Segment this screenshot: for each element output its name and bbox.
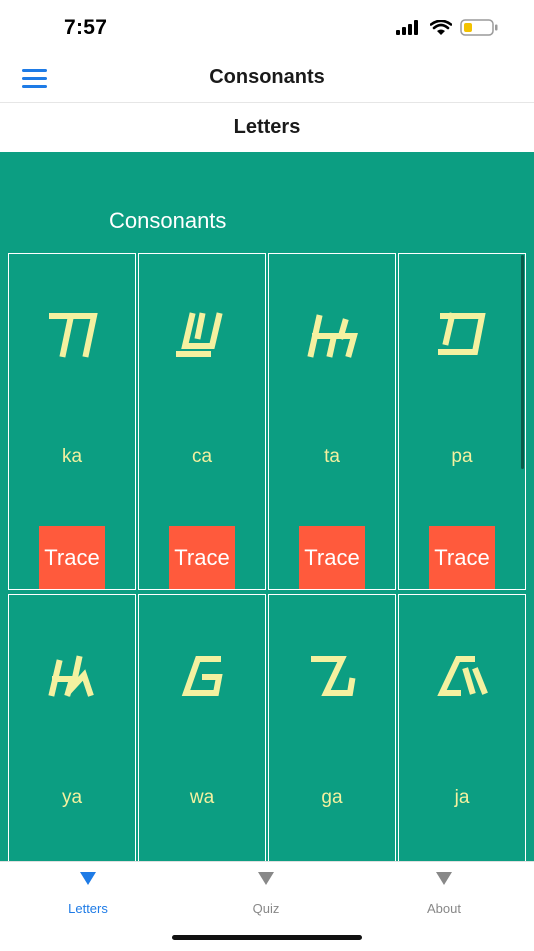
pa-glyph-icon xyxy=(399,306,525,371)
consonants-heading: Consonants xyxy=(109,208,227,233)
ga-glyph-icon xyxy=(269,647,395,712)
ka-glyph-icon xyxy=(9,306,135,371)
tab-about[interactable]: About xyxy=(384,872,504,916)
status-icons xyxy=(396,19,498,36)
tab-letters[interactable]: Letters xyxy=(28,872,148,916)
subheader: Letters xyxy=(0,103,534,152)
letter-romanization: ga xyxy=(321,787,343,808)
wa-glyph-icon xyxy=(139,647,265,712)
letter-romanization: ja xyxy=(454,787,470,808)
letter-card-ja[interactable]: ja xyxy=(398,594,526,861)
letter-romanization: pa xyxy=(451,446,473,467)
signal-icon xyxy=(396,20,418,35)
letter-romanization: wa xyxy=(189,787,215,808)
tab-label: About xyxy=(427,901,461,916)
ta-glyph-icon xyxy=(269,306,395,371)
navigation-bar: Consonants xyxy=(0,54,534,103)
letter-grid: ka Trace ca Trace ta Trace pa Trace ya w… xyxy=(8,253,526,861)
status-bar: 7:57 xyxy=(0,0,534,54)
ja-glyph-icon xyxy=(399,647,525,712)
triangle-down-icon xyxy=(80,872,96,885)
letter-card-pa[interactable]: pa Trace xyxy=(398,253,526,590)
tab-label: Quiz xyxy=(252,901,280,916)
trace-button-pa[interactable]: Trace xyxy=(429,526,495,589)
letter-romanization: ka xyxy=(61,446,83,467)
letter-romanization: ta xyxy=(324,446,340,467)
trace-button-ca[interactable]: Trace xyxy=(169,526,235,589)
triangle-down-icon xyxy=(436,872,452,885)
letter-romanization: ca xyxy=(191,446,213,467)
tab-quiz[interactable]: Quiz xyxy=(206,872,326,916)
section-header-title: Letters xyxy=(233,116,301,138)
scrollbar[interactable] xyxy=(521,255,524,469)
ca-glyph-icon xyxy=(139,306,265,371)
status-time: 7:57 xyxy=(64,16,108,39)
letter-card-ya[interactable]: ya xyxy=(8,594,136,861)
letter-card-ga[interactable]: ga xyxy=(268,594,396,861)
ya-glyph-icon xyxy=(9,647,135,712)
page-title: Consonants xyxy=(209,66,325,88)
wifi-icon xyxy=(430,19,452,35)
letter-card-ka[interactable]: ka Trace xyxy=(8,253,136,590)
letter-card-ta[interactable]: ta Trace xyxy=(268,253,396,590)
triangle-down-icon xyxy=(258,872,274,885)
letter-card-wa[interactable]: wa xyxy=(138,594,266,861)
tab-label: Letters xyxy=(68,901,108,916)
battery-low-icon xyxy=(460,19,498,36)
letters-content[interactable]: Consonants ka Trace ca Trace ta Trace pa… xyxy=(0,152,534,861)
letter-card-ca[interactable]: ca Trace xyxy=(138,253,266,590)
trace-button-ka[interactable]: Trace xyxy=(39,526,105,589)
letter-romanization: ya xyxy=(61,787,83,808)
home-indicator[interactable] xyxy=(172,935,362,940)
trace-button-ta[interactable]: Trace xyxy=(299,526,365,589)
